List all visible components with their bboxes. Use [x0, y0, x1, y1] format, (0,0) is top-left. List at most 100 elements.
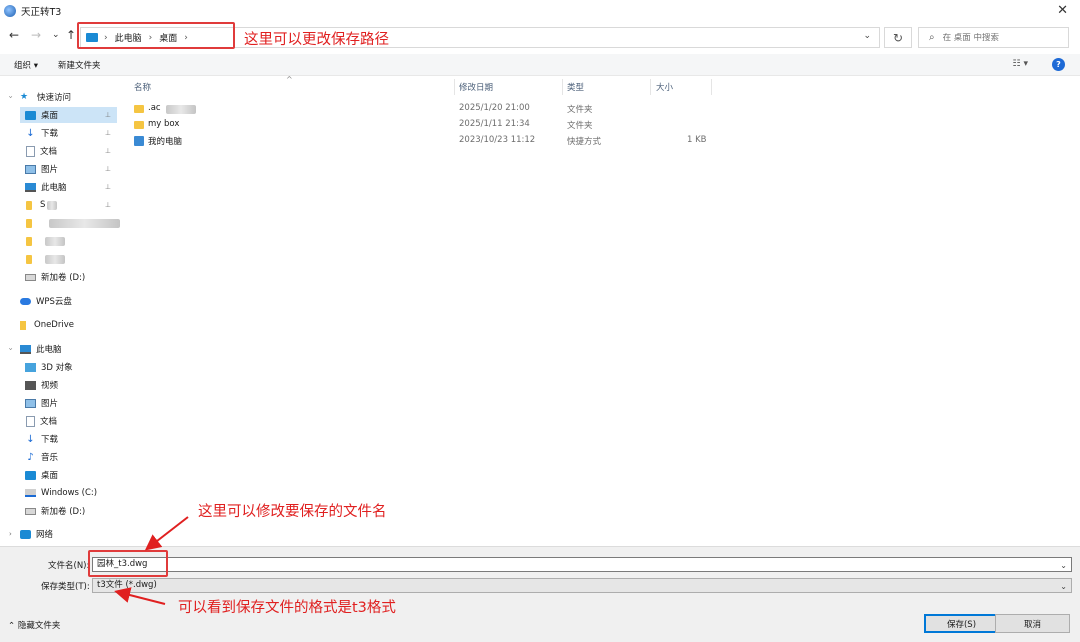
filetype-value: t3文件 (*.dwg) [97, 580, 157, 590]
sidebar-item-documents[interactable]: 文档 ⊥ [20, 143, 117, 159]
search-input[interactable] [942, 32, 1053, 43]
sidebar-item-desktop[interactable]: 桌面 ⊥ [20, 107, 117, 123]
toolbar: 组织 ▾ 新建文件夹 ☷ ▾ ? [0, 54, 1080, 76]
file-row[interactable]: 我的电脑 2023/10/23 11:12 快捷方式 1 KB [120, 133, 720, 149]
sidebar-item-pictures-pc[interactable]: 图片 [20, 395, 117, 411]
sidebar-label: OneDrive [34, 320, 74, 330]
save-dialog: 天正转T3 ✕ ← → ⌄ ↑ › 此电脑 › 桌面 › ⌄ ↻ ⌕ 这里可以更… [0, 0, 1080, 642]
column-divider[interactable] [454, 79, 455, 95]
sidebar-label: 新加卷 (D:) [41, 273, 86, 283]
pin-icon[interactable]: ⊥ [105, 165, 111, 173]
sidebar-item-pictures[interactable]: 图片 ⊥ [20, 161, 117, 177]
sidebar-item-downloads-pc[interactable]: ↓ 下载 [20, 431, 117, 447]
sidebar-item-wps[interactable]: WPS云盘 [0, 293, 119, 309]
sidebar-item-videos[interactable]: 视频 [20, 377, 117, 393]
sidebar-quick-access[interactable]: › ★ 快速访问 [0, 89, 119, 105]
collapse-chevron-icon[interactable]: › [6, 348, 14, 351]
sort-ascending-icon: ^ [286, 75, 293, 84]
refresh-icon[interactable]: ↻ [884, 27, 912, 48]
sidebar-item-music[interactable]: ♪ 音乐 [20, 449, 117, 465]
chevron-down-icon[interactable]: ⌄ [1060, 580, 1067, 593]
file-list: ^ 名称 修改日期 类型 大小 .ac 2025/1/20 21:00 文件夹 … [120, 75, 1080, 545]
sidebar-item-drive-c[interactable]: Windows (C:) [20, 485, 117, 501]
up-arrow-icon[interactable]: ↑ [66, 28, 76, 42]
sidebar-item-downloads[interactable]: ↓ 下载 ⊥ [20, 125, 117, 141]
breadcrumb-this-pc[interactable]: 此电脑 [115, 31, 142, 44]
new-folder-button[interactable]: 新建文件夹 [58, 59, 101, 71]
computer-icon [20, 344, 31, 354]
address-dropdown-icon[interactable]: ⌄ [863, 31, 871, 41]
column-header-type[interactable]: 类型 [567, 77, 584, 97]
file-date: 2025/1/20 21:00 [459, 103, 530, 113]
column-header-name[interactable]: 名称 [134, 77, 151, 97]
music-icon: ♪ [27, 451, 34, 463]
sidebar-item-drive-d-pc[interactable]: 新加卷 (D:) [20, 503, 117, 519]
3d-objects-icon [25, 362, 36, 372]
pin-icon[interactable]: ⊥ [105, 183, 111, 191]
column-divider[interactable] [562, 79, 563, 95]
sidebar-item-this-pc-root[interactable]: › 此电脑 [0, 341, 119, 357]
hide-folders-button[interactable]: ⌃ 隐藏文件夹 [8, 619, 60, 631]
folder-icon [26, 200, 32, 210]
file-date: 2025/1/11 21:34 [459, 119, 530, 129]
sidebar-label: 新加卷 (D:) [41, 507, 86, 517]
onedrive-folder-icon [20, 320, 26, 330]
search-box[interactable]: ⌕ [918, 27, 1069, 48]
save-button[interactable]: 保存(S) [924, 614, 999, 633]
folder-icon [134, 121, 144, 129]
sidebar-item-onedrive[interactable]: OneDrive [0, 317, 119, 333]
pin-icon[interactable]: ⊥ [105, 147, 111, 155]
breadcrumb-desktop[interactable]: 桌面 [159, 31, 177, 44]
filename-label: 文件名(N): [48, 561, 90, 571]
sidebar-item-folder[interactable] [20, 251, 117, 267]
sidebar-label: 3D 对象 [41, 363, 73, 373]
save-form: 文件名(N): 园林_t3.dwg ⌄ 保存类型(T): t3文件 (*.dwg… [0, 546, 1080, 642]
close-icon[interactable]: ✕ [1057, 3, 1068, 18]
sidebar-item-desktop-pc[interactable]: 桌面 [20, 467, 117, 483]
address-bar[interactable]: › 此电脑 › 桌面 › ⌄ [80, 27, 880, 48]
file-type: 快捷方式 [567, 137, 602, 147]
column-divider[interactable] [711, 79, 712, 95]
navigation-bar: ← → ⌄ ↑ › 此电脑 › 桌面 › ⌄ ↻ ⌕ [0, 22, 1080, 52]
sidebar-item-documents-pc[interactable]: 文档 [20, 413, 117, 429]
expand-chevron-icon[interactable]: › [9, 530, 12, 538]
pin-icon[interactable]: ⊥ [105, 129, 111, 137]
sidebar-label: 桌面 [41, 471, 59, 481]
sidebar-item-drive-d[interactable]: 新加卷 (D:) [20, 269, 117, 285]
sidebar-label: 音乐 [41, 453, 59, 463]
file-row[interactable]: .ac 2025/1/20 21:00 文件夹 [120, 101, 720, 117]
sidebar-label: 下载 [41, 129, 59, 139]
help-icon[interactable]: ? [1052, 58, 1065, 71]
recent-locations-icon[interactable]: ⌄ [52, 30, 60, 40]
column-header-date[interactable]: 修改日期 [459, 77, 493, 97]
sidebar-item-network[interactable]: › 网络 [0, 526, 119, 542]
back-arrow-icon[interactable]: ← [9, 28, 19, 42]
column-divider[interactable] [650, 79, 651, 95]
column-header-size[interactable]: 大小 [656, 77, 673, 97]
sidebar-item-3d-objects[interactable]: 3D 对象 [20, 359, 117, 375]
sidebar-item-folder[interactable]: S ⊥ [20, 197, 117, 213]
collapse-chevron-icon[interactable]: › [6, 96, 14, 99]
sidebar-label: 文档 [40, 417, 58, 427]
organize-button[interactable]: 组织 ▾ [14, 59, 38, 71]
sidebar-item-folder[interactable] [20, 215, 120, 231]
download-icon: ↓ [26, 127, 35, 139]
forward-arrow-icon[interactable]: → [31, 28, 41, 42]
pin-icon[interactable]: ⊥ [105, 111, 111, 119]
filename-input[interactable]: 园林_t3.dwg ⌄ [92, 557, 1072, 572]
folder-icon [134, 105, 144, 113]
view-options-icon[interactable]: ☷ ▾ [1013, 59, 1028, 69]
sidebar-label: S [40, 200, 46, 210]
cancel-button[interactable]: 取消 [995, 614, 1070, 633]
pin-icon[interactable]: ⊥ [105, 201, 111, 209]
sidebar-item-this-pc[interactable]: 此电脑 ⊥ [20, 179, 117, 195]
drive-icon [25, 273, 36, 281]
sidebar-item-folder[interactable] [20, 233, 117, 249]
blurred-text [45, 254, 65, 264]
filetype-select[interactable]: t3文件 (*.dwg) ⌄ [92, 578, 1072, 593]
chevron-down-icon[interactable]: ⌄ [1060, 559, 1067, 572]
folder-icon [26, 236, 32, 246]
app-icon [4, 5, 16, 17]
file-row[interactable]: my box 2025/1/11 21:34 文件夹 [120, 117, 720, 133]
breadcrumb-separator-icon[interactable]: › [184, 33, 188, 43]
